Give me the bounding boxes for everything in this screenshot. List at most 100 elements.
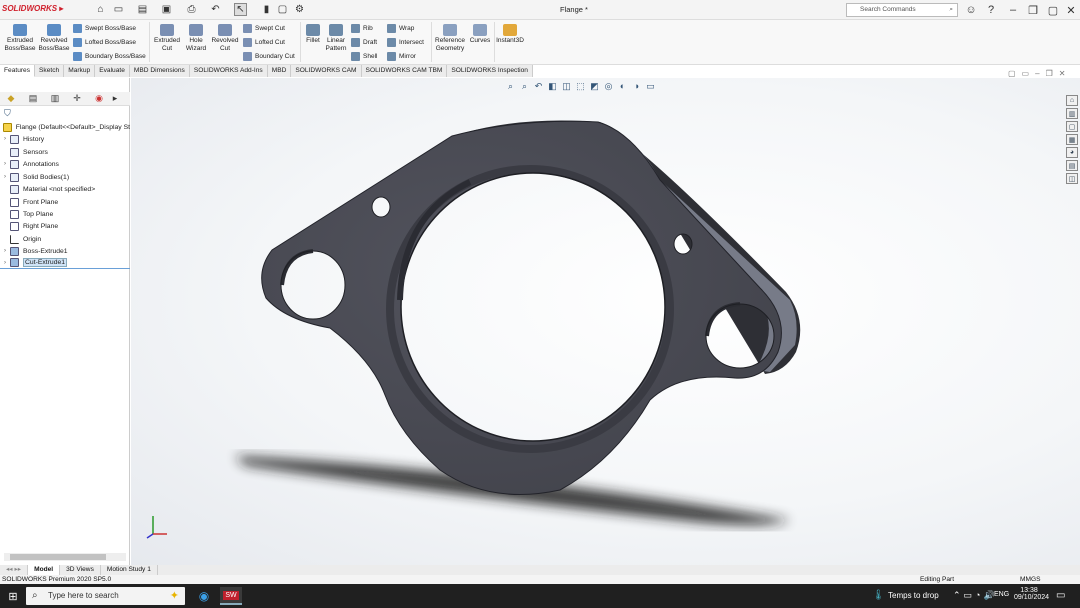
expand-icon[interactable]: › (0, 174, 10, 180)
rebuild-icon[interactable]: ▮ (260, 3, 273, 16)
tree-item-solid-bodies[interactable]: › Solid Bodies(1) (0, 171, 130, 183)
clock[interactable]: 13:38 09/10/2024 (1014, 587, 1049, 601)
tab-features[interactable]: Features (0, 65, 36, 77)
close-button[interactable]: ✕ (1062, 2, 1080, 18)
weather-text[interactable]: Temps to drop (888, 591, 939, 600)
help-icon[interactable]: ? (982, 2, 1000, 18)
rib-button[interactable]: Rib (351, 24, 373, 33)
select-icon[interactable]: ↖ (234, 3, 247, 16)
extruded-boss-button[interactable]: Extruded Boss/Base (3, 24, 37, 52)
tab-sketch[interactable]: Sketch (35, 65, 65, 77)
extruded-cut-button[interactable]: Extruded Cut (152, 24, 182, 52)
boundary-cut-button[interactable]: Boundary Cut (243, 52, 295, 61)
shell-button[interactable]: Shell (351, 52, 377, 61)
weather-icon[interactable]: 🌡 (872, 590, 885, 601)
solidworks-logo[interactable]: SOLIDWORKS ▸ (2, 4, 63, 13)
dimxpert-icon[interactable]: ✛ (66, 93, 88, 105)
swept-cut-button[interactable]: Swept Cut (243, 24, 285, 33)
draft-button[interactable]: Draft (351, 38, 377, 47)
file-properties-icon[interactable]: ▢ (276, 3, 289, 16)
maximize-button[interactable]: ▢ (1044, 2, 1062, 18)
tree-item-boss-extrude1[interactable]: › Boss-Extrude1 (0, 245, 130, 257)
tree-item-right-plane[interactable]: Right Plane (0, 220, 130, 232)
tray-icons[interactable]: ⌃▭◔🔊 (953, 590, 998, 601)
tab-mbd[interactable]: MBD (267, 65, 292, 77)
reference-geometry-button[interactable]: Reference Geometry (433, 24, 467, 52)
tree-scrollbar[interactable] (4, 553, 126, 561)
configuration-icon[interactable]: ▥ (44, 93, 66, 105)
search-icon[interactable]: ⌕ (949, 6, 953, 14)
lofted-cut-button[interactable]: Lofted Cut (243, 38, 285, 47)
tab-model[interactable]: Model (28, 565, 61, 575)
expand-icon[interactable]: › (0, 161, 10, 167)
tab-evaluate[interactable]: Evaluate (95, 65, 130, 77)
linear-pattern-button[interactable]: Linear Pattern (324, 24, 348, 52)
sensors-icon (10, 147, 19, 157)
tree-item-sensors[interactable]: Sensors (0, 146, 130, 158)
notifications-icon[interactable]: ▭ (1056, 590, 1065, 601)
intersect-button[interactable]: Intersect (387, 38, 424, 47)
property-manager-icon[interactable]: ▤ (22, 93, 44, 105)
tab-markup[interactable]: Markup (64, 65, 96, 77)
taskbar-search-input[interactable]: ⌕ Type here to search ✦ (26, 587, 185, 605)
fillet-icon (306, 24, 320, 36)
undo-icon[interactable]: ↶ (209, 3, 222, 16)
plane-icon (10, 197, 19, 207)
search-commands-input[interactable]: Search Commands ⌕ (846, 3, 958, 17)
display-manager-icon[interactable]: ◉ (88, 93, 110, 105)
extruded-cut-icon (160, 24, 174, 36)
solid-bodies-icon (10, 172, 19, 182)
tab-cam-tbm[interactable]: SOLIDWORKS CAM TBM (361, 65, 448, 77)
swept-boss-button[interactable]: Swept Boss/Base (73, 24, 136, 33)
tab-3d-views[interactable]: 3D Views (60, 565, 101, 575)
home-icon[interactable]: ⌂ (94, 3, 107, 16)
boundary-boss-button[interactable]: Boundary Boss/Base (73, 52, 146, 61)
options-gear-icon[interactable]: ⚙ (293, 3, 306, 16)
linear-pattern-icon (329, 24, 343, 36)
tree-root[interactable]: Flange (Default<<Default>_Display St (0, 121, 130, 133)
tree-item-cut-extrude1[interactable]: › Cut-Extrude1 (0, 257, 130, 269)
windows-start-icon[interactable]: ⊞ (2, 587, 24, 605)
account-icon[interactable]: ☺ (962, 2, 980, 18)
tab-mbd-dimensions[interactable]: MBD Dimensions (129, 65, 190, 77)
new-file-icon[interactable]: ▭ (112, 3, 125, 16)
open-icon[interactable]: ▤ (136, 3, 149, 16)
tree-item-front-plane[interactable]: Front Plane (0, 196, 130, 208)
panel-arrow-icon[interactable]: ▸ (110, 93, 120, 105)
tab-scroll-arrows[interactable]: ◂◂ ▸▸ (0, 565, 29, 575)
expand-icon[interactable]: › (0, 248, 10, 254)
revolved-cut-button[interactable]: Revolved Cut (210, 24, 240, 52)
minimize-button[interactable]: – (1004, 2, 1022, 18)
fillet-button[interactable]: Fillet (303, 24, 323, 45)
flange-part-model[interactable] (131, 78, 1080, 565)
tree-item-material[interactable]: Material <not specified> (0, 183, 130, 195)
save-icon[interactable]: ▣ (160, 3, 173, 16)
tree-item-history[interactable]: › History (0, 133, 130, 145)
tab-inspection[interactable]: SOLIDWORKS Inspection (447, 65, 533, 77)
units-selector[interactable]: MMGS (1020, 576, 1041, 583)
viewport-window-controls[interactable]: ▢▭–❐✕ (1008, 69, 1071, 78)
tab-addins[interactable]: SOLIDWORKS Add-Ins (189, 65, 268, 77)
tab-cam[interactable]: SOLIDWORKS CAM (291, 65, 362, 77)
instant3d-button[interactable]: Instant3D (495, 24, 525, 45)
restore-button[interactable]: ❐ (1024, 2, 1042, 18)
tree-item-origin[interactable]: Origin (0, 233, 130, 245)
tree-item-top-plane[interactable]: Top Plane (0, 208, 130, 220)
mirror-button[interactable]: Mirror (387, 52, 416, 61)
hole-wizard-button[interactable]: Hole Wizard (183, 24, 209, 52)
edge-browser-icon[interactable]: ◉ (193, 587, 215, 605)
expand-icon[interactable]: › (0, 260, 10, 266)
language-indicator[interactable]: ENG (994, 591, 1009, 598)
wrap-button[interactable]: Wrap (387, 24, 414, 33)
revolved-boss-button[interactable]: Revolved Boss/Base (38, 24, 70, 52)
extrude-icon (10, 246, 19, 256)
tree-item-annotations[interactable]: › Annotations (0, 158, 130, 170)
solidworks-taskbar-icon[interactable]: SW (220, 587, 242, 605)
curves-button[interactable]: Curves (468, 24, 492, 45)
lofted-boss-button[interactable]: Lofted Boss/Base (73, 38, 136, 47)
print-icon[interactable]: ⎙ (185, 3, 198, 16)
tab-motion-study[interactable]: Motion Study 1 (101, 565, 158, 575)
filter-icon[interactable]: ⛉ (4, 108, 11, 119)
expand-icon[interactable]: › (0, 136, 10, 142)
feature-tree-icon[interactable]: ◆ (0, 93, 22, 105)
